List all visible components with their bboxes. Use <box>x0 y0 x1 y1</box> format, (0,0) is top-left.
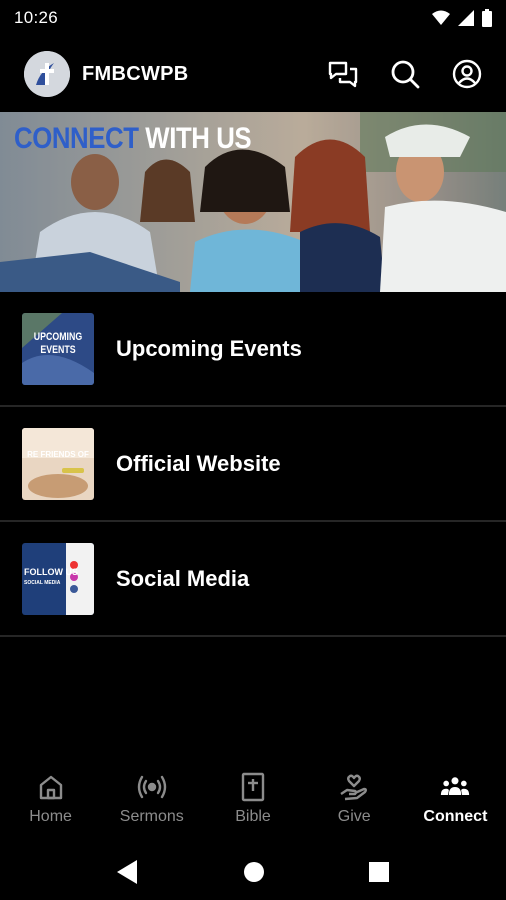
item-label: Official Website <box>116 450 281 476</box>
list-item-social-media[interactable]: FOLLOW US SOCIAL MEDIA Social Media <box>0 522 506 637</box>
banner-title-word2: WITH US <box>138 122 252 155</box>
status-time: 10:26 <box>14 8 59 27</box>
thumb-text-upcoming: UPCOMING EVENTS <box>33 330 83 356</box>
home-icon <box>39 775 62 800</box>
nav-label: Connect <box>423 808 488 825</box>
nav-sermons[interactable]: Sermons <box>101 755 202 843</box>
list-item-upcoming-events[interactable]: UPCOMING EVENTS Upcoming Events <box>0 292 506 407</box>
status-bar: 10:26 <box>0 0 506 36</box>
nav-bible[interactable]: Bible <box>202 755 303 843</box>
app-title: FMBCWPB <box>82 62 189 85</box>
bible-icon <box>241 772 265 802</box>
people-icon <box>441 777 470 795</box>
bottom-nav: Home Sermons Bible Give Connect <box>0 755 506 843</box>
signal-icon <box>458 10 474 26</box>
nav-label: Home <box>29 808 72 825</box>
give-icon <box>340 774 368 801</box>
banner-title: CONNECT WITH US <box>14 122 252 156</box>
recents-icon[interactable] <box>369 861 389 882</box>
back-icon[interactable] <box>117 859 139 884</box>
status-icons <box>432 9 492 27</box>
search-button[interactable] <box>390 59 420 89</box>
official-website-thumbnail: RE FRIENDS OF <box>22 427 94 500</box>
list-item-official-website[interactable]: RE FRIENDS OF Official Website <box>0 407 506 522</box>
nav-home[interactable]: Home <box>0 755 101 843</box>
nav-label: Sermons <box>119 808 184 825</box>
search-icon <box>391 60 420 89</box>
item-label: Social Media <box>116 565 250 591</box>
wifi-icon <box>432 10 450 25</box>
nav-give[interactable]: Give <box>304 755 405 843</box>
thumb-text-social: FOLLOW US SOCIAL MEDIA <box>24 566 78 586</box>
system-nav-bar <box>0 843 506 900</box>
connect-list: UPCOMING EVENTS Upcoming Events RE FRIEN… <box>0 292 506 637</box>
upcoming-events-thumbnail: UPCOMING EVENTS <box>22 312 94 385</box>
account-icon <box>452 59 482 89</box>
church-logo[interactable] <box>24 51 70 97</box>
banner-title-word1: CONNECT <box>14 122 139 155</box>
broadcast-icon <box>137 775 166 799</box>
thumb-text-website: RE FRIENDS OF <box>27 449 89 459</box>
app-actions <box>328 59 482 89</box>
profile-button[interactable] <box>452 59 482 89</box>
home-circle-icon[interactable] <box>243 861 265 883</box>
item-label: Upcoming Events <box>116 335 302 361</box>
app-bar: FMBCWPB <box>0 36 506 112</box>
social-media-thumbnail: FOLLOW US SOCIAL MEDIA <box>22 542 94 615</box>
connect-banner[interactable]: CONNECT WITH US <box>0 112 506 292</box>
chat-icon <box>328 61 358 88</box>
battery-icon <box>482 9 492 27</box>
nav-label: Give <box>337 808 371 825</box>
nav-label: Bible <box>235 808 271 825</box>
messages-button[interactable] <box>328 59 358 89</box>
nav-connect[interactable]: Connect <box>405 755 506 843</box>
